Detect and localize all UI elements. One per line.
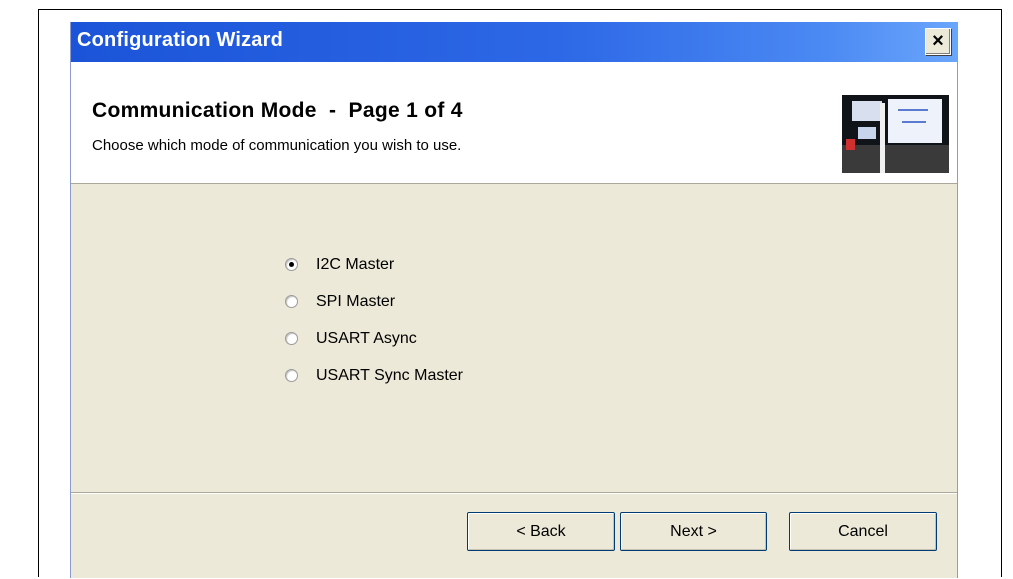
close-button[interactable]: × xyxy=(925,28,951,55)
next-button[interactable]: Next > xyxy=(620,512,767,551)
radio-option-spi-master[interactable]: SPI Master xyxy=(285,283,463,320)
back-button[interactable]: < Back xyxy=(467,512,615,551)
footer-divider xyxy=(71,492,957,494)
page-subtitle: Choose which mode of communication you w… xyxy=(92,137,462,154)
wizard-banner-image xyxy=(842,95,949,173)
page-title: Communication Mode - Page 1 of 4 xyxy=(92,99,463,122)
radio-button[interactable] xyxy=(285,369,298,382)
wizard-header: Communication Mode - Page 1 of 4 Choose … xyxy=(71,62,957,184)
radio-option-usart-sync-master[interactable]: USART Sync Master xyxy=(285,357,463,394)
cancel-button[interactable]: Cancel xyxy=(789,512,937,551)
window-title: Configuration Wizard xyxy=(77,29,284,51)
radio-label: I2C Master xyxy=(316,255,395,273)
title-bar[interactable]: Configuration Wizard × xyxy=(71,22,957,62)
radio-button[interactable] xyxy=(285,295,298,308)
radio-button-checked[interactable] xyxy=(285,258,298,271)
radio-label: USART Async xyxy=(316,329,417,347)
radio-label: USART Sync Master xyxy=(316,366,464,384)
radio-button[interactable] xyxy=(285,332,298,345)
close-icon: × xyxy=(932,30,944,52)
communication-mode-options: I2C Master SPI Master USART Async USART … xyxy=(285,246,463,394)
configuration-wizard-window: Configuration Wizard × Communication Mod… xyxy=(70,22,958,578)
radio-option-i2c-master[interactable]: I2C Master xyxy=(285,246,463,283)
radio-option-usart-async[interactable]: USART Async xyxy=(285,320,463,357)
radio-label: SPI Master xyxy=(316,292,396,310)
